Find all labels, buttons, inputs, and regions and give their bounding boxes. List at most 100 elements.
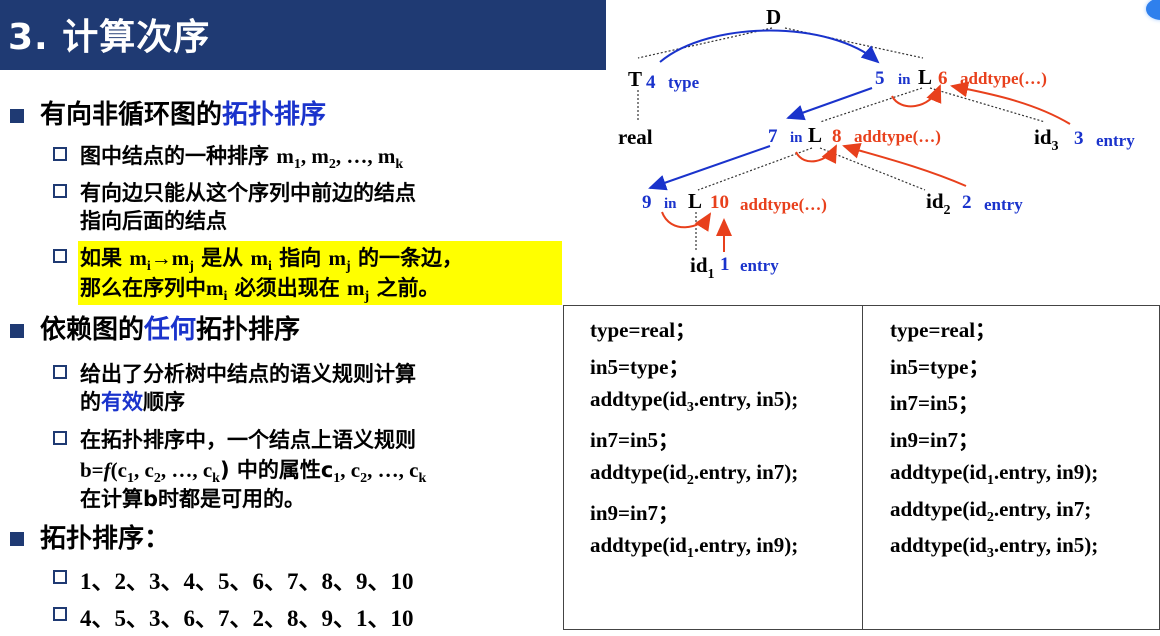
t: id bbox=[926, 189, 944, 213]
m2: m bbox=[311, 144, 329, 168]
code-text: addtype(id bbox=[590, 460, 687, 484]
t: m bbox=[328, 246, 347, 270]
dependency-graph: D T 4 type 5 in L 6 addtype(…) real 7 in… bbox=[618, 5, 1135, 282]
highlight-text: 有效 bbox=[101, 390, 143, 414]
code-text: in9=in7； bbox=[590, 500, 679, 525]
label-in9: in bbox=[664, 196, 677, 212]
label-add10: addtype(…) bbox=[740, 195, 827, 214]
node-1: 1 bbox=[720, 254, 730, 275]
code-sub: 3 bbox=[986, 546, 994, 562]
t: 是从 bbox=[193, 246, 251, 270]
label-entry2: entry bbox=[984, 195, 1023, 214]
t: m bbox=[129, 246, 147, 270]
label-add6: addtype(…) bbox=[960, 69, 1047, 88]
code-sub: 2 bbox=[986, 509, 994, 525]
t: f bbox=[103, 458, 111, 482]
label-in5: in bbox=[898, 72, 911, 88]
node-D: D bbox=[766, 5, 781, 29]
sub-bullet-semantic-rule-3: 在计算b时都是可用的。 bbox=[80, 487, 306, 511]
node-T: T bbox=[628, 67, 642, 91]
node-L1: L bbox=[918, 65, 932, 89]
sub-bullet-icon bbox=[53, 147, 67, 161]
arrow-5-7 bbox=[786, 87, 873, 121]
sub: 2 bbox=[944, 203, 951, 218]
code-text: .entry, in5); bbox=[693, 387, 799, 411]
code-sub: 1 bbox=[986, 473, 994, 489]
code-line: in7=in5； bbox=[890, 387, 979, 417]
tree-edges bbox=[637, 27, 1046, 250]
code-text: addtype(id bbox=[890, 533, 987, 557]
sub-bullet-icon bbox=[53, 431, 67, 445]
sub-bullet-icon bbox=[53, 365, 67, 379]
code-line: type=real； bbox=[890, 314, 996, 344]
node-10: 10 bbox=[710, 192, 729, 213]
node-2: 2 bbox=[962, 192, 972, 213]
node-9: 9 bbox=[642, 192, 652, 213]
sub-bullet-edge-rule-2: 指向后面的结点 bbox=[80, 209, 227, 233]
t: (c bbox=[110, 458, 127, 482]
code-text: .entry, in7); bbox=[693, 460, 799, 484]
node-L3: L bbox=[688, 189, 702, 213]
code-line: addtype(id2.entry, in7; bbox=[890, 497, 1091, 526]
order-2: 4、5、3、6、7、2、8、9、1、10 bbox=[80, 606, 414, 631]
arrow-7-9 bbox=[648, 145, 771, 191]
code-line: addtype(id3.entry, in5); bbox=[890, 533, 1098, 562]
label-entry3: entry bbox=[1096, 131, 1135, 150]
t: 必须出现在 bbox=[227, 276, 348, 300]
t: id bbox=[1034, 125, 1052, 149]
t: b= bbox=[80, 458, 104, 482]
sep: , bbox=[300, 144, 312, 168]
label-entry1: entry bbox=[740, 256, 779, 275]
sub: 1 bbox=[293, 157, 301, 173]
label-type: type bbox=[668, 73, 700, 92]
bullet-topological-sort: 有向非循环图的拓扑排序 bbox=[40, 94, 326, 131]
code-text: .entry, in9); bbox=[693, 533, 799, 557]
t: , …, c bbox=[367, 458, 419, 482]
highlight-line-2: 那么在序列中mi 必须出现在 mj 之前。 bbox=[80, 272, 440, 305]
sub-bullet-icon bbox=[53, 607, 67, 621]
code-line: in9=in7； bbox=[890, 424, 979, 454]
code-text: .entry, in9); bbox=[993, 460, 1099, 484]
code-text: addtype(id bbox=[890, 496, 987, 521]
code-text: addtype(id bbox=[590, 533, 687, 557]
node-3: 3 bbox=[1074, 128, 1084, 149]
node-L2: L bbox=[808, 123, 822, 147]
code-text: in9=in7； bbox=[890, 427, 979, 452]
ellipsis: , …, bbox=[335, 144, 378, 168]
code-text: in5=type； bbox=[590, 354, 690, 379]
code-sub: 3 bbox=[686, 400, 694, 416]
sub: k bbox=[418, 471, 427, 487]
highlight-text: 拓扑排序 bbox=[222, 100, 327, 130]
t: 拓扑排序 bbox=[196, 315, 301, 345]
t: ) 中的属性c bbox=[219, 458, 334, 482]
code-line: addtype(id1.entry, in9); bbox=[590, 533, 798, 562]
sub-bullet-semantic-rule-1: 在拓扑排序中，一个结点上语义规则 bbox=[80, 428, 416, 452]
code-text: type=real； bbox=[590, 318, 697, 342]
t: m bbox=[171, 246, 190, 270]
sub-bullet-text: 图中结点的一种排序 bbox=[80, 144, 277, 168]
code-line: in5=type； bbox=[590, 351, 689, 381]
code-line: in5=type； bbox=[890, 351, 989, 381]
bullet-topo-orders: 拓扑排序： bbox=[40, 524, 171, 554]
bullet-dependency-graph: 依赖图的任何拓扑排序 bbox=[40, 309, 300, 346]
code-line: type=real； bbox=[590, 314, 696, 344]
code-text: in7=in5； bbox=[890, 391, 979, 415]
order-1: 1、2、3、4、5、6、7、8、9、10 bbox=[80, 569, 414, 594]
mk: m bbox=[377, 144, 396, 168]
t: 的一条边， bbox=[350, 246, 463, 270]
sub: k bbox=[395, 157, 404, 173]
t: 的 bbox=[80, 390, 101, 414]
sub-bullet-icon bbox=[53, 570, 67, 584]
node-7: 7 bbox=[768, 126, 778, 147]
bullet-square-icon bbox=[10, 109, 24, 123]
code-text: .entry, in5); bbox=[993, 533, 1099, 557]
sub: 3 bbox=[1052, 139, 1059, 154]
code-sub: 2 bbox=[686, 473, 694, 489]
t: m bbox=[347, 276, 365, 300]
title-bar: 3. 计算次序 bbox=[0, 0, 606, 70]
bullet-text: 有向非循环图的 bbox=[40, 100, 223, 130]
bullet-square-icon bbox=[10, 324, 24, 338]
m1: m bbox=[276, 144, 294, 168]
code-text: addtype(id bbox=[890, 460, 987, 484]
leaf-id3: id3 bbox=[1034, 125, 1059, 154]
